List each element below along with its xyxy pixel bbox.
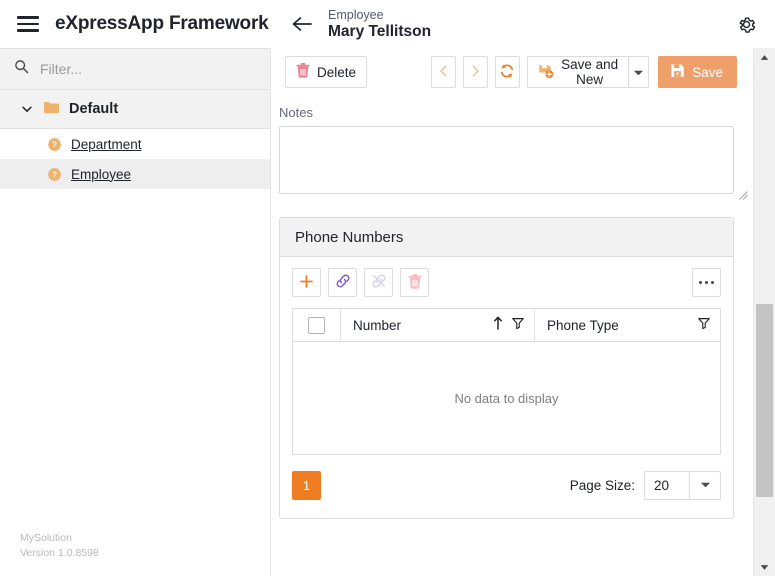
delete-phone-button[interactable] [400, 268, 429, 297]
plus-icon [299, 274, 314, 292]
scrollbar-track[interactable] [754, 66, 775, 558]
save-and-new-label: Save and New [561, 57, 619, 87]
save-and-new-dropdown-button[interactable] [628, 56, 650, 88]
column-header-phone-type[interactable]: Phone Type [535, 309, 720, 341]
record-toolbar: Delete Save and New Save [271, 48, 751, 96]
solution-name: MySolution [20, 531, 72, 544]
top-bar-left: eXpressApp Framework [0, 0, 271, 48]
trash-icon [296, 63, 310, 81]
application-window: eXpressApp Framework Employee Mary Telli… [0, 0, 775, 576]
phone-numbers-toolbar [292, 268, 721, 297]
page-size-area: Page Size: 20 [569, 470, 721, 500]
sidebar-group-default[interactable]: Default [0, 90, 270, 129]
sidebar-filter-row [0, 48, 270, 90]
add-phone-button[interactable] [292, 268, 321, 297]
link-icon [335, 273, 351, 292]
sort-asc-icon[interactable] [493, 316, 503, 335]
vertical-scrollbar[interactable] [753, 48, 775, 576]
notes-field-wrapper [279, 126, 751, 200]
sidebar-footer: MySolution Version 1.0.8598 [20, 531, 99, 563]
grid-empty-body: No data to display [293, 342, 720, 454]
column-header-phone-type-label: Phone Type [547, 317, 619, 333]
select-all-checkbox[interactable] [308, 316, 325, 334]
chevron-right-icon [468, 64, 482, 81]
top-bar-right: Employee Mary Tellitson [271, 0, 775, 48]
page-title: Employee Mary Tellitson [328, 8, 431, 40]
refresh-button[interactable] [494, 56, 520, 88]
page-number-button[interactable]: 1 [292, 470, 321, 500]
phone-numbers-panel-header: Phone Numbers [280, 218, 733, 257]
page-title-main: Mary Tellitson [328, 22, 432, 40]
phone-numbers-panel: Phone Numbers Number Phone Type No data … [279, 217, 734, 519]
chevron-left-icon [437, 64, 451, 81]
column-header-phone-type-icons [697, 316, 711, 335]
resize-handle-icon[interactable] [739, 187, 748, 200]
grid-header-row: Number Phone Type [293, 309, 720, 342]
filter-icon[interactable] [697, 316, 711, 335]
save-and-new-button[interactable]: Save and New [526, 56, 630, 88]
phone-numbers-panel-title: Phone Numbers [295, 228, 404, 246]
question-badge-icon: ? [47, 137, 62, 152]
column-header-number-icons [493, 316, 525, 335]
gear-icon[interactable] [731, 9, 761, 39]
top-bar: eXpressApp Framework Employee Mary Telli… [0, 0, 775, 48]
caret-down-icon [633, 65, 644, 80]
page-size-select[interactable]: 20 [644, 470, 721, 500]
select-all-cell [293, 309, 341, 341]
sidebar-item-employee[interactable]: ? Employee [0, 159, 270, 189]
page-title-subtitle: Employee [328, 7, 384, 22]
app-brand-title: eXpressApp Framework [55, 13, 269, 34]
sidebar: Default ? Department ? E [0, 48, 271, 576]
floppy-icon [670, 63, 685, 81]
page-size-label: Page Size: [569, 477, 635, 493]
phone-numbers-panel-body: Number Phone Type No data to display 1 P… [280, 257, 733, 518]
svg-text:?: ? [52, 170, 57, 179]
search-input[interactable] [40, 61, 256, 77]
ellipsis-icon [699, 280, 714, 285]
main-body: Default ? Department ? E [0, 48, 775, 576]
scroll-down-button[interactable] [754, 558, 775, 576]
column-header-number-label: Number [353, 317, 402, 333]
save-new-icon [538, 63, 554, 82]
column-header-number[interactable]: Number [341, 309, 535, 341]
trash-icon [408, 273, 422, 292]
previous-record-button[interactable] [431, 56, 456, 88]
content-scroll-region: Delete Save and New Save Notes Phone Num… [271, 48, 775, 576]
next-record-button[interactable] [462, 56, 488, 88]
search-icon [14, 59, 29, 79]
page-size-value: 20 [654, 477, 670, 493]
refresh-icon [499, 63, 515, 82]
content-area: Delete Save and New Save Notes Phone Num… [271, 48, 775, 576]
sidebar-item-department[interactable]: ? Department [0, 129, 270, 159]
save-and-new-group: Save and New [526, 56, 650, 88]
save-button[interactable]: Save [658, 56, 737, 88]
folder-icon [43, 100, 60, 119]
back-arrow-icon[interactable] [289, 11, 315, 37]
version-text: Version 1.0.8598 [20, 547, 99, 560]
scroll-up-button[interactable] [754, 48, 775, 66]
caret-down-icon[interactable] [689, 471, 720, 499]
sidebar-item-label: Employee [71, 166, 132, 182]
grid-pager: 1 Page Size: 20 [292, 466, 721, 504]
save-button-label: Save [692, 64, 723, 80]
unlink-phone-button[interactable] [364, 268, 393, 297]
scrollbar-thumb[interactable] [756, 304, 773, 497]
svg-text:?: ? [52, 140, 57, 149]
more-options-button[interactable] [692, 268, 721, 297]
delete-button-label: Delete [317, 64, 357, 80]
chevron-down-icon[interactable] [20, 102, 34, 116]
filter-icon[interactable] [511, 316, 525, 335]
notes-label: Notes [279, 105, 313, 120]
link-phone-button[interactable] [328, 268, 357, 297]
delete-button[interactable]: Delete [285, 56, 368, 88]
hamburger-icon[interactable] [17, 16, 39, 32]
notes-input[interactable] [279, 126, 734, 194]
no-data-message: No data to display [454, 390, 559, 406]
sidebar-group-label: Default [69, 101, 119, 117]
sidebar-item-label: Department [71, 136, 142, 152]
question-badge-icon: ? [47, 167, 62, 182]
unlink-icon [371, 273, 387, 292]
phone-numbers-grid: Number Phone Type No data to display [292, 308, 721, 455]
